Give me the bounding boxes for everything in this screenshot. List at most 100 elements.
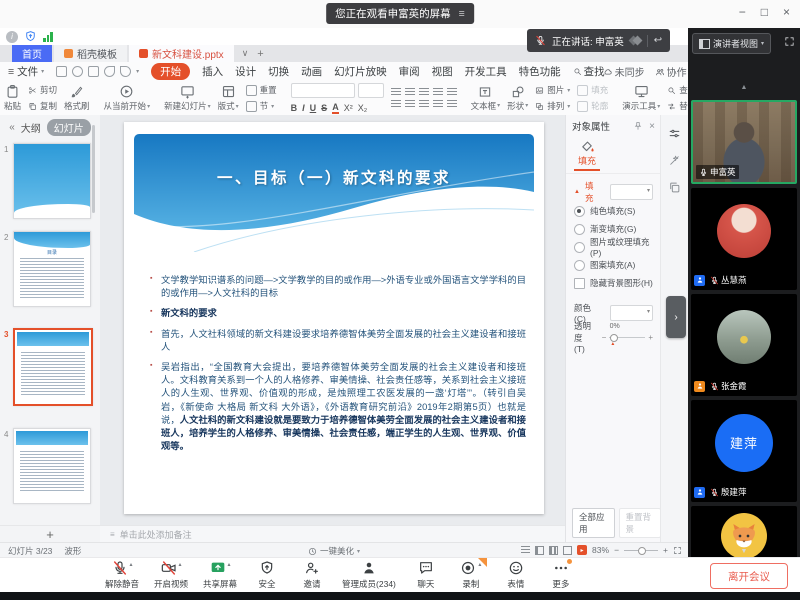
paste-button[interactable]: 粘贴 (4, 84, 21, 112)
fill-preset-dropdown[interactable]: ▾ (610, 184, 653, 200)
slider-plus[interactable]: + (648, 333, 653, 342)
tab-animation[interactable]: 动画 (301, 64, 322, 79)
reactions-button[interactable]: 表情 (501, 560, 531, 590)
tab-devtools[interactable]: 开发工具 (465, 64, 507, 79)
zoom-level[interactable]: 83% (592, 545, 609, 555)
slide-thumbnail-3-selected[interactable] (13, 328, 93, 406)
play-from-current-button[interactable]: 从当前开始▾ (104, 84, 151, 112)
indent-increase-icon[interactable] (433, 88, 443, 96)
unmute-button[interactable]: ▴ 解除静音 (105, 560, 139, 590)
props-fill-tab[interactable]: 填充 (572, 139, 602, 173)
color-dropdown[interactable]: ▾ (610, 305, 653, 321)
notes-toggle-icon[interactable] (521, 546, 530, 554)
add-slide-button[interactable]: + (0, 525, 101, 543)
subscript-button[interactable]: X₂ (358, 103, 368, 113)
apply-all-button[interactable]: 全部应用 (572, 508, 615, 538)
undo-icon[interactable] (104, 66, 115, 77)
participant-tile-speaker[interactable]: 申富英 (691, 100, 797, 184)
maximize-button[interactable]: □ (761, 5, 768, 19)
picture-button[interactable]: 图片▾ (535, 84, 570, 96)
new-tab-button[interactable]: + (257, 48, 263, 60)
tab-slideshow[interactable]: 幻灯片放映 (334, 64, 387, 79)
file-menu[interactable]: ≡ 文件 ▾ (8, 64, 44, 79)
meeting-info-icon[interactable]: i (6, 31, 18, 43)
align-right-icon[interactable] (419, 100, 429, 108)
invite-button[interactable]: 邀请 (297, 560, 327, 590)
tab-insert[interactable]: 插入 (202, 64, 223, 79)
numbering-icon[interactable] (405, 88, 415, 96)
slider-minus[interactable]: − (602, 333, 607, 342)
minimize-button[interactable]: − (739, 5, 746, 19)
tab-design[interactable]: 设计 (235, 64, 256, 79)
tab-list-caret[interactable]: ∨ (242, 48, 249, 59)
justify-icon[interactable] (433, 100, 443, 108)
option-solid-fill[interactable]: 纯色填充(S) (566, 202, 661, 220)
network-shield-icon[interactable] (24, 30, 37, 43)
participant-tile[interactable]: 张金霞 (691, 294, 797, 396)
normal-view-icon[interactable] (535, 546, 544, 555)
zoom-in-icon[interactable]: + (663, 545, 668, 555)
properties-strip-icon[interactable] (668, 127, 681, 140)
tab-home[interactable]: 开始 (151, 63, 190, 80)
italic-button[interactable]: I (302, 103, 305, 113)
slideshow-button[interactable]: ▸ (577, 545, 587, 555)
manage-members-button[interactable]: 管理成员(234) (342, 560, 396, 590)
option-picture-fill[interactable]: 图片或纹理填充(P) (566, 238, 661, 256)
option-pattern-fill[interactable]: 图案填充(A) (566, 256, 661, 274)
font-name-input[interactable] (291, 83, 355, 98)
columns-icon[interactable] (447, 100, 457, 108)
start-video-button[interactable]: ▴ 开启视频 (154, 560, 188, 590)
hide-banner-icon[interactable]: ↩ (654, 35, 662, 46)
underline-button[interactable]: U (310, 103, 317, 113)
zoom-out-icon[interactable]: − (614, 545, 619, 555)
sorter-view-icon[interactable] (549, 546, 558, 555)
more-button[interactable]: 更多 (546, 560, 576, 590)
option-hide-background[interactable]: 隐藏背景图形(H) (566, 274, 661, 292)
props-close-icon[interactable]: × (649, 121, 655, 132)
preview-icon[interactable] (88, 66, 99, 77)
copy-button[interactable]: 复制 (28, 100, 57, 112)
indent-decrease-icon[interactable] (419, 88, 429, 96)
font-color-button[interactable]: A (332, 102, 339, 114)
transparency-slider[interactable]: 0% − ▲ + (602, 333, 653, 342)
fit-window-icon[interactable] (673, 546, 682, 555)
participant-tile[interactable]: 建萍 殷建萍 (691, 400, 797, 502)
leave-meeting-button[interactable]: 离开会议 (710, 563, 788, 589)
bold-button[interactable]: B (291, 103, 298, 113)
reading-view-icon[interactable] (563, 546, 572, 555)
redo-icon[interactable] (120, 66, 131, 77)
pin-icon[interactable] (633, 121, 643, 131)
participant-tile[interactable]: 丛慧燕 (691, 188, 797, 290)
align-left-icon[interactable] (391, 100, 401, 108)
bullets-icon[interactable] (391, 88, 401, 96)
reset-button[interactable]: 重置 (246, 84, 277, 96)
current-slide[interactable]: 一、目标（一）新文科的要求 ▪ 文学教学知识谱系的问题—>文学教学的目的或作用—… (124, 122, 544, 514)
beautify-strip-icon[interactable] (668, 154, 681, 167)
panel-collapse-handle[interactable]: › (666, 296, 686, 338)
save-icon[interactable] (56, 66, 67, 77)
tab-features[interactable]: 特色功能 (519, 64, 561, 79)
scroll-up-icon[interactable]: ▲ (688, 84, 800, 91)
slide-thumbnail-4[interactable] (13, 428, 91, 504)
slide-thumbnail-2[interactable]: 目录 (13, 231, 91, 307)
textbox-button[interactable]: 文本框▾ (471, 85, 501, 112)
tab-presentation-file[interactable]: 新文科建设.pptx (129, 45, 234, 62)
tab-outline[interactable]: 大纲 (21, 120, 41, 135)
section-button[interactable]: 节▾ (246, 100, 277, 112)
format-painter-button[interactable]: 格式刷 (64, 85, 90, 112)
beautify-button[interactable]: 一键美化 ▾ (308, 545, 360, 557)
quick-access-caret[interactable]: ▾ (136, 68, 139, 75)
share-screen-button[interactable]: ▴ 共享屏幕 (203, 560, 237, 590)
presentation-tools-button[interactable]: 演示工具▾ (622, 84, 660, 112)
close-button[interactable]: × (783, 5, 790, 19)
chat-button[interactable]: 聊天 (411, 560, 441, 590)
tab-transition[interactable]: 切换 (268, 64, 289, 79)
fullscreen-icon[interactable] (784, 36, 795, 47)
tab-wps-home[interactable]: 首页 (12, 45, 52, 62)
section-expand-icon[interactable]: ▲ (574, 189, 580, 195)
scroll-down-icon[interactable]: ▼ (688, 548, 800, 555)
superscript-button[interactable]: X² (344, 103, 353, 113)
banner-menu-icon[interactable]: ≡ (459, 8, 465, 20)
ribbon-find[interactable]: 查找 (573, 64, 605, 79)
new-slide-button[interactable]: 新建幻灯片▾ (164, 84, 211, 112)
